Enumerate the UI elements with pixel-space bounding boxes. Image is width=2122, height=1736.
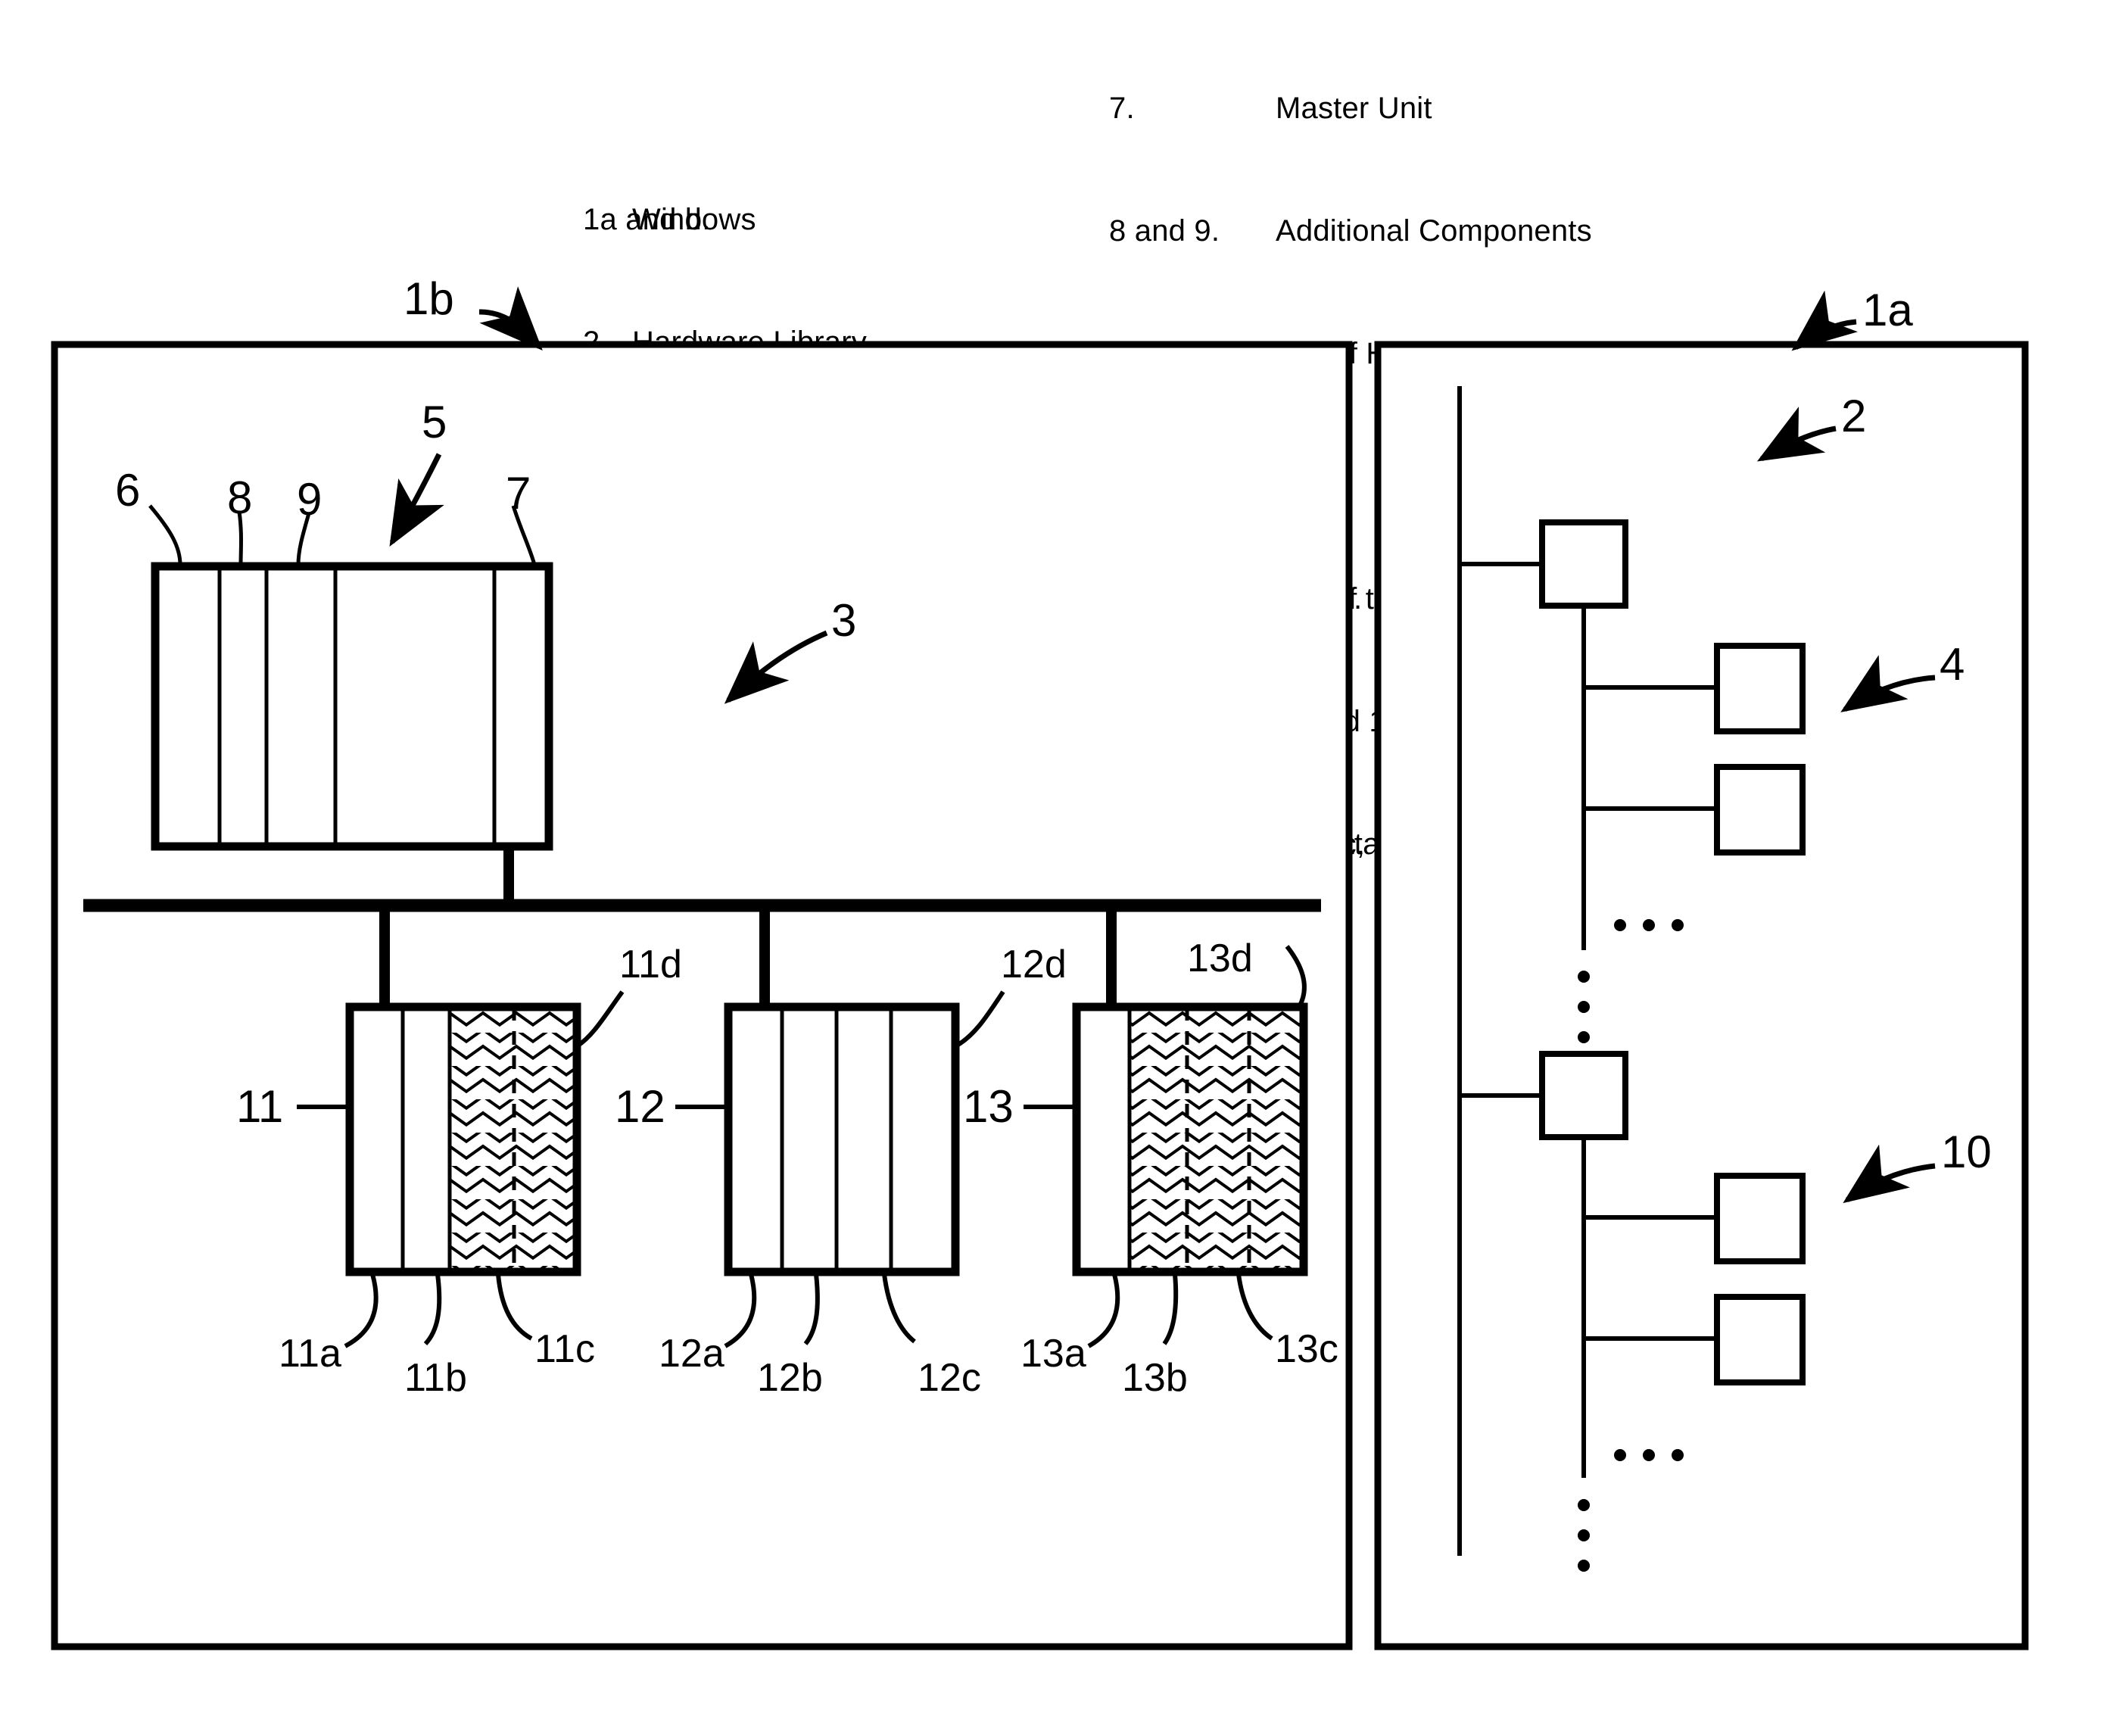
ref-label-7: 7 bbox=[506, 468, 531, 519]
legend-label: Slave Units bbox=[1120, 460, 1275, 493]
legend-label: User Data Area bbox=[1120, 705, 1329, 738]
ref-label-1b: 1b bbox=[404, 273, 454, 324]
legend-label: CPU Module bbox=[632, 816, 805, 849]
leader-11d bbox=[575, 990, 625, 1049]
leader-4 bbox=[1840, 655, 1936, 712]
legend-label: List of Hardware Components bbox=[1276, 337, 1681, 370]
legend-item: 2. Hardware Library bbox=[583, 322, 1037, 363]
ref-label-13c: 13c bbox=[1275, 1327, 1338, 1371]
legend-item: 5. Programmable Controller bbox=[583, 690, 1037, 731]
ref-label-3: 3 bbox=[831, 595, 857, 646]
legend-item: 1a and b. Windows bbox=[583, 199, 1037, 240]
ref-label-11b: 11b bbox=[404, 1356, 467, 1400]
legend-item: 8 and 9. Additional Components bbox=[1109, 210, 1681, 251]
slave-unit-12[interactable] bbox=[724, 1002, 960, 1276]
leader-11a bbox=[344, 1273, 379, 1348]
legend-left-column: 1a and b. Windows 2. Hardware Library 3. Au… bbox=[583, 117, 1037, 894]
legend-item: 4. List of Hardware Components bbox=[583, 567, 1037, 608]
ref-label-12b: 12b bbox=[757, 1356, 823, 1400]
ellipsis-vertical bbox=[1578, 971, 1590, 1043]
ellipsis-horizontal bbox=[1614, 1449, 1684, 1461]
leader-2 bbox=[1756, 407, 1837, 462]
legend-key: 2. bbox=[583, 326, 609, 359]
leader-11b bbox=[423, 1273, 442, 1346]
library-node-box bbox=[1539, 1051, 1628, 1140]
library-node-box bbox=[1714, 1294, 1806, 1385]
legend-label: Additional Components bbox=[1276, 214, 1592, 248]
ref-label-13d: 13d bbox=[1187, 937, 1253, 980]
legend-item: 11c, 11d, 13b, 13c, and 13d. Reserve User… bbox=[1109, 824, 1681, 865]
ref-label-12: 12 bbox=[615, 1081, 665, 1132]
legend-label: Head Modules of the Slave Units bbox=[1126, 582, 1572, 616]
ref-label-10: 10 bbox=[1941, 1127, 1992, 1177]
ref-label-2: 2 bbox=[1841, 391, 1867, 441]
legend-key: 5. bbox=[583, 693, 609, 727]
ref-label-13: 13 bbox=[963, 1081, 1014, 1132]
legend-key: 7. bbox=[1109, 92, 1135, 125]
legend-item: 7. Master Unit bbox=[1109, 88, 1681, 129]
ref-label-5: 5 bbox=[422, 397, 447, 447]
ref-label-4: 4 bbox=[1940, 639, 1965, 690]
legend-item: 11b, 12b, 12c, and 12d. User Data Area bbox=[1109, 701, 1681, 742]
legend-key: 8 and 9. bbox=[1109, 214, 1220, 248]
ref-label-13b: 13b bbox=[1122, 1356, 1188, 1400]
ref-label-6: 6 bbox=[115, 465, 141, 516]
leader-1b bbox=[478, 286, 543, 351]
legend-item: 10. List of Hardware Components bbox=[1109, 333, 1681, 374]
leader-10 bbox=[1843, 1144, 1936, 1204]
ref-label-11a: 11a bbox=[279, 1332, 341, 1376]
library-node-box bbox=[1714, 1173, 1806, 1264]
library-group-10[interactable] bbox=[1460, 1051, 1806, 1572]
leader-13d bbox=[1285, 945, 1307, 1008]
ref-label-9: 9 bbox=[297, 474, 323, 525]
leader-12c bbox=[882, 1273, 916, 1344]
legend-key: 4. bbox=[583, 571, 609, 604]
ref-label-11d: 11d bbox=[619, 943, 682, 986]
leader-6 bbox=[148, 504, 182, 566]
leader-5 bbox=[389, 453, 444, 547]
patent-diagram bbox=[51, 286, 2029, 1650]
ref-label-12a: 12a bbox=[659, 1332, 724, 1376]
legend-label: Master Unit bbox=[1276, 92, 1432, 125]
plc-rack-5[interactable] bbox=[151, 562, 553, 851]
ref-label-11: 11 bbox=[236, 1081, 284, 1132]
ref-label-12d: 12d bbox=[1001, 943, 1067, 986]
legend-item: 6. CPU Module bbox=[583, 812, 1037, 853]
ellipsis-vertical bbox=[1578, 1499, 1590, 1572]
legend-label: Hardware Library bbox=[632, 326, 867, 359]
legend-key: 10. bbox=[1109, 337, 1152, 370]
legend-right-column: 7. Master Unit 8 and 9. Additional Compone… bbox=[1109, 6, 1681, 905]
leader-1a bbox=[1791, 290, 1858, 351]
legend-label: Reserve User Data Area bbox=[1120, 827, 1451, 861]
library-node-box bbox=[1714, 764, 1806, 856]
legend-label: Programmable Controller bbox=[632, 693, 974, 727]
leader-13c bbox=[1236, 1273, 1273, 1341]
legend-item: 11, 12, and 13. Slave Units bbox=[1109, 456, 1681, 497]
legend-item: 11a, 12a, and 13a. Head Modules of the Sl… bbox=[1109, 578, 1681, 619]
legend-label: Automation Device bbox=[632, 448, 890, 482]
slave-unit-13[interactable] bbox=[1072, 1002, 1308, 1276]
leader-11c bbox=[496, 1273, 533, 1341]
ref-label-8: 8 bbox=[227, 472, 253, 523]
ellipsis-horizontal bbox=[1614, 919, 1684, 931]
ref-label-13a: 13a bbox=[1020, 1332, 1086, 1376]
leader-13b bbox=[1162, 1273, 1179, 1345]
legend-label: Windows bbox=[632, 203, 756, 236]
legend-key: 3. bbox=[583, 448, 609, 482]
legend-key: 1a and b. bbox=[583, 203, 711, 236]
slave-unit-11[interactable] bbox=[345, 1002, 581, 1276]
library-node-box bbox=[1714, 643, 1806, 734]
legend-item: 3. Automation Device bbox=[583, 444, 1037, 485]
ref-label-1a: 1a bbox=[1862, 285, 1913, 335]
ref-label-12c: 12c bbox=[918, 1356, 981, 1400]
leader-12d bbox=[954, 990, 1005, 1049]
leader-12b bbox=[803, 1273, 820, 1345]
leader-12a bbox=[724, 1273, 757, 1348]
legend-key: 6. bbox=[583, 816, 609, 849]
leader-13a bbox=[1087, 1273, 1120, 1348]
ref-label-11c: 11c bbox=[534, 1327, 595, 1371]
